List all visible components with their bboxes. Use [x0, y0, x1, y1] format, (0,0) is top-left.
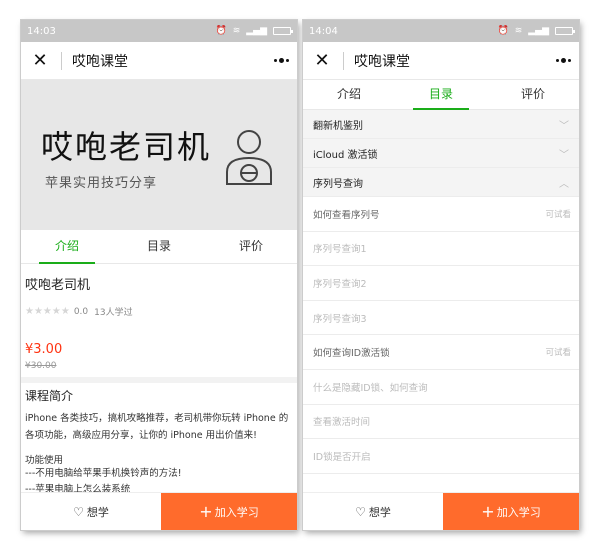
lesson-title: 序列号查询2 — [313, 278, 367, 290]
course-name: 哎咆老司机 — [25, 278, 91, 293]
current-price: ¥3.00 — [25, 342, 63, 357]
status-bar: 14:03 ⏰ ≋ ▂▄▆ — [21, 20, 297, 42]
trial-badge: 可试看 — [545, 348, 571, 359]
more-options-icon[interactable] — [274, 58, 289, 63]
join-course-button[interactable]: + 加入学习 — [443, 493, 579, 530]
status-bar: 14:04 ⏰ ≋ ▂▄▆ — [303, 20, 579, 42]
tab-catalog[interactable]: 目录 — [113, 230, 205, 263]
lesson-item[interactable]: ID锁是否开启 — [303, 439, 579, 474]
join-label: 加入学习 — [496, 505, 541, 519]
banner-title: 哎咆老司机 — [41, 128, 212, 166]
page-title: 哎咆课堂 — [72, 53, 128, 70]
status-time: 14:03 — [27, 25, 56, 37]
heart-icon: ♡ — [73, 504, 84, 519]
alarm-icon: ⏰ — [497, 25, 509, 36]
intro-text: iPhone 各类技巧，搞机攻略推荐，老司机带你玩转 iPhone 的各项功能，… — [25, 413, 289, 441]
original-price: ¥30.00 — [25, 361, 57, 371]
bottom-action-bar: ♡ 想学 + 加入学习 — [303, 492, 579, 530]
course-banner: 哎咆老司机 苹果实用技巧分享 — [21, 80, 297, 230]
lesson-item[interactable]: 序列号查询1 — [303, 231, 579, 267]
battery-icon — [273, 27, 293, 35]
star-rating-icon: ★★★★★ — [25, 306, 70, 317]
lesson-item[interactable]: 序列号查询3 — [303, 300, 579, 336]
heart-icon: ♡ — [355, 504, 366, 519]
signal-icon: ▂▄▆ — [246, 25, 267, 36]
lesson-item[interactable]: 什么是隐藏ID锁、如何查询 — [303, 369, 579, 405]
chevron-up-icon: ︿ — [559, 178, 569, 190]
want-label: 想学 — [368, 505, 391, 519]
catalog-list: 翻新机鉴别 ﹀ iCloud 激活锁 ﹀ 序列号查询 ︿ 如何查看序列号 可试看… — [303, 110, 579, 474]
plus-icon: + — [481, 502, 495, 521]
want-to-learn-button[interactable]: ♡ 想学 — [21, 493, 161, 530]
rating-row: ★★★★★ 0.0 13人学过 — [21, 293, 297, 318]
page-title: 哎咆课堂 — [354, 53, 410, 70]
lesson-title: 什么是隐藏ID锁、如何查询 — [313, 382, 428, 394]
feature-heading: 功能使用 — [25, 455, 64, 466]
tab-reviews[interactable]: 评价 — [205, 230, 297, 263]
lesson-item[interactable]: 序列号查询2 — [303, 266, 579, 301]
catalog-section[interactable]: iCloud 激活锁 ﹀ — [303, 139, 579, 168]
feature-item: ---不用电脑给苹果手机换铃声的方法! — [25, 468, 182, 479]
lesson-title: ID锁是否开启 — [313, 451, 371, 463]
lesson-item[interactable]: 如何查看序列号 可试看 — [303, 197, 579, 232]
join-label: 加入学习 — [214, 505, 259, 519]
tab-reviews[interactable]: 评价 — [487, 80, 579, 109]
alarm-icon: ⏰ — [215, 25, 227, 36]
nav-bar: ✕ 哎咆课堂 — [303, 42, 579, 80]
nav-divider — [343, 51, 344, 70]
section-title: 序列号查询 — [313, 178, 363, 190]
tab-bar: 介绍 目录 评价 — [21, 230, 297, 264]
close-icon[interactable]: ✕ — [29, 50, 51, 71]
banner-subtitle: 苹果实用技巧分享 — [45, 176, 158, 191]
tab-catalog[interactable]: 目录 — [395, 80, 487, 110]
lesson-title: 序列号查询3 — [313, 313, 367, 325]
section-title: iCloud 激活锁 — [313, 149, 378, 161]
lesson-item[interactable]: 如何查询ID激活锁 可试看 — [303, 335, 579, 370]
wifi-icon: ≋ — [514, 25, 523, 36]
more-options-icon[interactable] — [556, 58, 571, 63]
close-icon[interactable]: ✕ — [311, 50, 333, 71]
catalog-section[interactable]: 翻新机鉴别 ﹀ — [303, 110, 579, 139]
trial-badge: 可试看 — [545, 209, 571, 220]
signal-icon: ▂▄▆ — [528, 25, 549, 36]
wifi-icon: ≋ — [232, 25, 241, 36]
phone-screen-catalog: 14:04 ⏰ ≋ ▂▄▆ ✕ 哎咆课堂 介绍 目录 评价 翻新机鉴别 ﹀ iC… — [303, 20, 579, 530]
tab-bar: 介绍 目录 评价 — [303, 80, 579, 110]
section-title: 翻新机鉴别 — [313, 120, 363, 132]
nav-divider — [61, 51, 62, 70]
rating-score: 0.0 — [73, 306, 89, 317]
intro-heading: 课程简介 — [25, 389, 74, 403]
chevron-down-icon: ﹀ — [559, 120, 569, 132]
bottom-action-bar: ♡ 想学 + 加入学习 — [21, 492, 297, 530]
want-label: 想学 — [86, 505, 109, 519]
phone-screen-intro: 14:03 ⏰ ≋ ▂▄▆ ✕ 哎咆课堂 哎咆老司机 苹果实用技巧分享 介绍 目… — [21, 20, 297, 530]
tab-intro[interactable]: 介绍 — [303, 80, 395, 109]
lesson-title: 查看激活时间 — [313, 417, 371, 429]
lesson-title: 如何查看序列号 — [313, 209, 380, 221]
lesson-title: 序列号查询1 — [313, 244, 367, 256]
catalog-section[interactable]: 序列号查询 ︿ — [303, 168, 579, 197]
lesson-item[interactable]: 查看激活时间 — [303, 404, 579, 440]
status-time: 14:04 — [309, 25, 338, 37]
battery-icon — [555, 27, 575, 35]
driver-icon — [226, 130, 272, 185]
nav-bar: ✕ 哎咆课堂 — [21, 42, 297, 80]
tab-intro[interactable]: 介绍 — [21, 230, 113, 264]
lesson-title: 如何查询ID激活锁 — [313, 348, 390, 360]
plus-icon: + — [199, 502, 213, 521]
learner-count: 13人学过 — [94, 308, 133, 318]
want-to-learn-button[interactable]: ♡ 想学 — [303, 493, 443, 530]
chevron-down-icon: ﹀ — [559, 149, 569, 161]
join-course-button[interactable]: + 加入学习 — [161, 493, 297, 530]
